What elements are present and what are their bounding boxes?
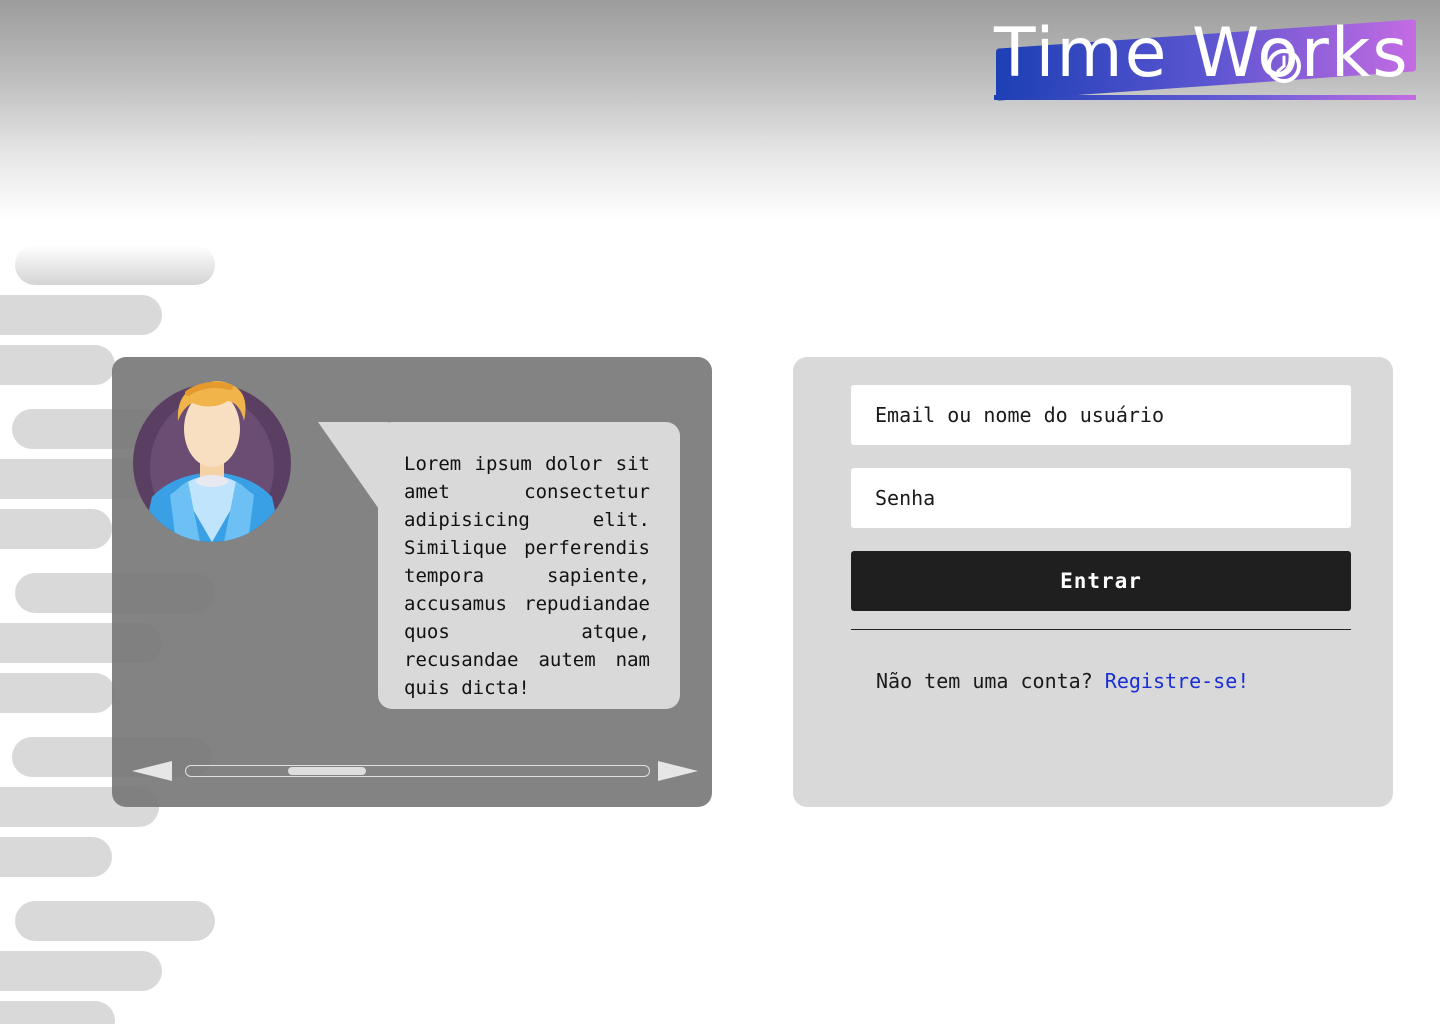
- decorative-pill: [0, 951, 162, 991]
- decorative-pill: [0, 295, 162, 335]
- decorative-pill: [0, 509, 112, 549]
- speech-bubble: Lorem ipsum dolor sit amet consectetur a…: [378, 422, 680, 709]
- register-prompt-text: Não tem uma conta?: [876, 669, 1093, 693]
- password-field[interactable]: [851, 468, 1351, 528]
- logo-text: Time Works: [994, 14, 1410, 93]
- arrow-right-icon[interactable]: [658, 759, 698, 783]
- decorative-pill: [0, 673, 115, 713]
- decorative-pill: [0, 1001, 115, 1024]
- register-link[interactable]: Registre-se!: [1105, 669, 1250, 693]
- login-button[interactable]: Entrar: [851, 551, 1351, 611]
- testimonial-quote: Lorem ipsum dolor sit amet consectetur a…: [404, 453, 650, 699]
- login-panel: Entrar Não tem uma conta? Registre-se!: [793, 357, 1393, 807]
- carousel-scrollbar[interactable]: [185, 765, 650, 777]
- decorative-pill: [15, 901, 215, 941]
- logo: Time Works: [990, 14, 1420, 105]
- testimonial-panel: Lorem ipsum dolor sit amet consectetur a…: [112, 357, 712, 807]
- email-field[interactable]: [851, 385, 1351, 445]
- page: Time Works Lorem ipsum dolor sit amet co…: [0, 0, 1440, 1024]
- clock-icon: [1267, 49, 1301, 83]
- decorative-pill: [0, 837, 112, 877]
- logo-underline: [994, 95, 1416, 100]
- carousel-scroll-thumb[interactable]: [288, 767, 366, 775]
- arrow-left-icon[interactable]: [132, 759, 172, 783]
- user-avatar-icon: [133, 381, 291, 542]
- divider: [851, 629, 1351, 630]
- decorative-pill: [15, 245, 215, 285]
- decorative-pill: [0, 345, 115, 385]
- register-prompt: Não tem uma conta? Registre-se!: [876, 669, 1249, 693]
